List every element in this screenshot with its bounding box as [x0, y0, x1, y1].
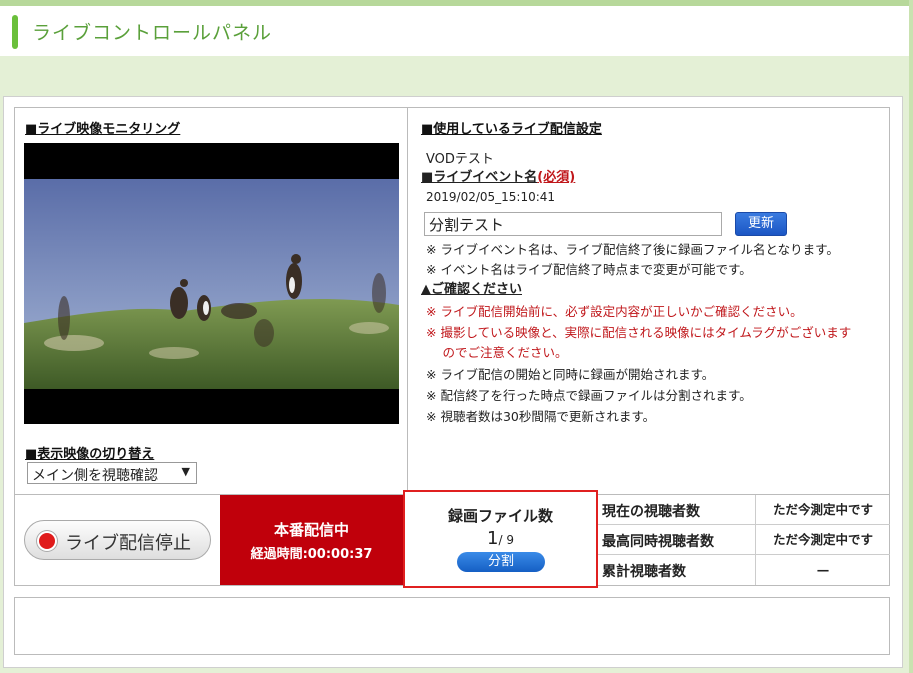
event-name-input[interactable]: [424, 212, 722, 236]
note-1: ※ ライブイベント名は、ライブ配信終了後に録画ファイル名となります。: [426, 242, 839, 257]
confirm-title: ▲ご確認ください: [421, 282, 522, 297]
stat-row: 現在の視聴者数 ただ今測定中です: [598, 495, 890, 525]
right-edge: [909, 0, 913, 673]
stat-value: ただ今測定中です: [755, 495, 890, 525]
page-header: ライブコントロールパネル: [0, 0, 913, 56]
recording-file-box: 録画ファイル数 1/ 9 分割: [403, 490, 598, 588]
control-panel: ■ライブ映像モニタリング ■表示映像の切り替え メイン側を視聴確認 ▼ ■使用し…: [3, 96, 903, 668]
control-row: ライブ配信停止 本番配信中 経過時間:00:00:37 録画ファイル数 1/ 9…: [14, 490, 890, 588]
record-dot-icon: [39, 533, 55, 549]
settings-column: ■使用しているライブ配信設定 VODテスト ■ライブイベント名(必須) 2019…: [408, 108, 890, 494]
monitor-column: ■ライブ映像モニタリング ■表示映像の切り替え メイン側を視聴確認 ▼: [15, 108, 408, 494]
event-timestamp: 2019/02/05_15:10:41: [426, 190, 556, 204]
page-title: ライブコントロールパネル: [32, 22, 273, 44]
switch-title: ■表示映像の切り替え: [25, 447, 155, 462]
recording-total: / 9: [498, 533, 514, 547]
confirm-note-1: ※ ライブ配信の開始と同時に録画が開始されます。: [426, 367, 715, 382]
stat-value: ただ今測定中です: [755, 525, 890, 555]
update-button[interactable]: 更新: [735, 212, 787, 236]
split-button[interactable]: 分割: [457, 552, 545, 572]
video-source-select[interactable]: メイン側を視聴確認 ▼: [27, 462, 197, 484]
video-source-value: メイン側を視聴確認: [32, 468, 158, 484]
elapsed-time: 経過時間:00:00:37: [250, 547, 373, 562]
note-2: ※ イベント名はライブ配信終了時点まで変更が可能です。: [426, 262, 752, 277]
recording-file-count: 1/ 9: [405, 528, 596, 549]
event-name-title: ■ライブイベント名(必須): [421, 166, 575, 185]
viewer-stats: 現在の視聴者数 ただ今測定中です 最高同時視聴者数 ただ今測定中です 累計視聴者…: [598, 495, 890, 585]
event-name-label: ■ライブイベント名: [421, 170, 538, 185]
stat-row: 累計視聴者数 —: [598, 555, 890, 585]
stat-row: 最高同時視聴者数 ただ今測定中です: [598, 525, 890, 555]
required-mark: (必須): [537, 170, 576, 185]
stat-label: 現在の視聴者数: [602, 504, 700, 520]
recording-file-title: 録画ファイル数: [447, 507, 553, 525]
top-section: ■ライブ映像モニタリング ■表示映像の切り替え メイン側を視聴確認 ▼ ■使用し…: [14, 107, 890, 495]
message-area: [14, 597, 890, 655]
settings-title: ■使用しているライブ配信設定: [421, 122, 602, 137]
dropdown-arrow-icon: ▼: [181, 465, 190, 478]
stop-broadcast-label: ライブ配信停止: [65, 533, 191, 554]
live-status-box: 本番配信中 経過時間:00:00:37: [220, 495, 403, 585]
stat-value: —: [755, 555, 890, 585]
live-video-preview: [24, 143, 399, 424]
stat-label: 最高同時視聴者数: [602, 534, 714, 550]
monitor-title: ■ライブ映像モニタリング: [25, 122, 181, 137]
confirm-note-3: ※ 視聴者数は30秒間隔で更新されます。: [426, 409, 656, 424]
recording-current: 1: [487, 528, 499, 549]
video-frame-image: [24, 143, 399, 424]
confirm-red-3: のでご注意ください。: [426, 345, 568, 360]
setting-name: VODテスト: [426, 152, 494, 167]
confirm-red-1: ※ ライブ配信開始前に、必ず設定内容が正しいかご確認ください。: [426, 304, 803, 319]
live-status: 本番配信中: [273, 521, 349, 539]
stat-label: 累計視聴者数: [602, 564, 686, 580]
header-accent-bar: [12, 15, 18, 49]
confirm-note-2: ※ 配信終了を行った時点で録画ファイルは分割されます。: [426, 388, 752, 403]
stop-broadcast-button[interactable]: ライブ配信停止: [24, 520, 211, 560]
confirm-red-2: ※ 撮影している映像と、実際に配信される映像にはタイムラグがございます: [426, 325, 852, 340]
